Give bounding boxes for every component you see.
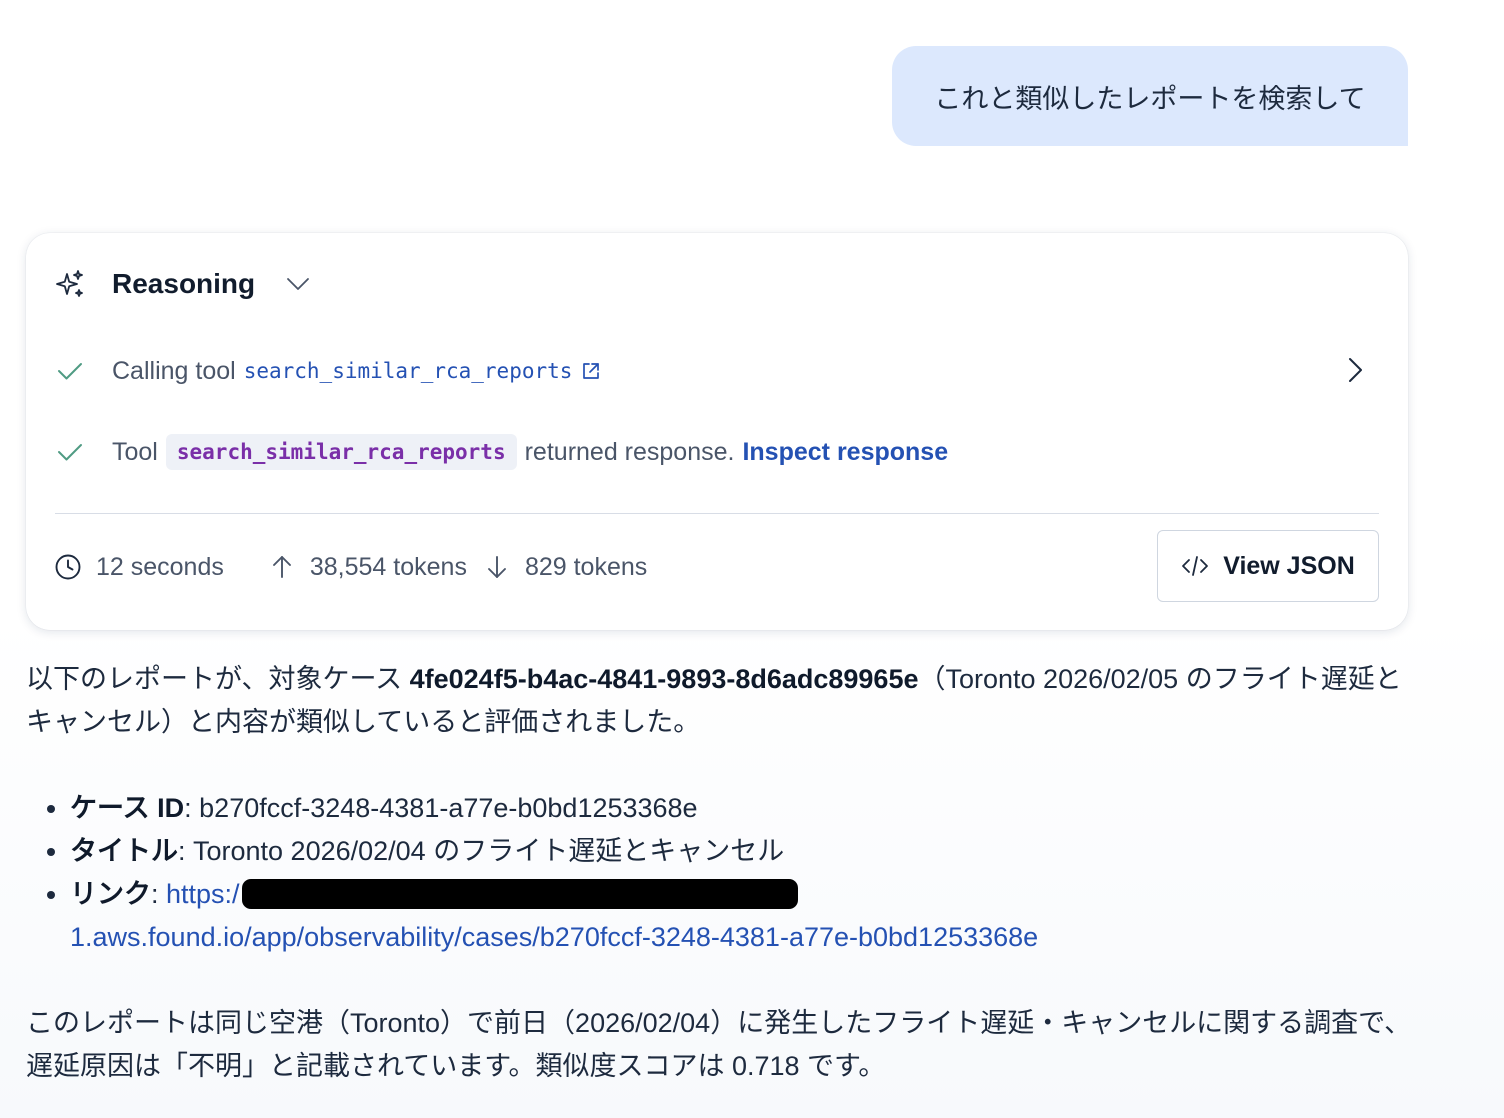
reasoning-stats: 12 seconds 38,554 tokens 829 tokens (54, 547, 647, 587)
duration-text: 12 seconds (96, 552, 224, 581)
list-item-link: リンク: https:/1.aws.found.io/app/observabi… (70, 873, 1416, 959)
case-reference: 4fe024f5-b4ac-4841-9893-8d6adc89965e (409, 664, 919, 694)
divider (55, 513, 1379, 514)
list-item-case-id: ケース ID: b270fccf-3248-4381-a77e-b0bd1253… (70, 787, 1416, 830)
step-suffix: returned response. (524, 437, 735, 466)
input-tokens-text: 38,554 tokens (309, 552, 467, 581)
item-value: : b270fccf-3248-4381-a77e-b0bd1253368e (184, 793, 698, 823)
reasoning-toggle[interactable]: Reasoning (54, 267, 311, 301)
item-label: リンク (70, 879, 151, 909)
arrow-up-icon (272, 556, 291, 578)
list-item-title: タイトル: Toronto 2026/02/04 のフライト遅延とキャンセル (70, 830, 1416, 873)
clock-icon (55, 554, 81, 580)
reasoning-title: Reasoning (112, 268, 256, 299)
chevron-down-icon[interactable] (285, 271, 311, 297)
view-json-button[interactable]: View JSON (1157, 530, 1379, 602)
check-icon (58, 444, 82, 461)
link-start[interactable]: https:/ (166, 879, 240, 909)
assistant-answer: 以下のレポートが、対象ケース 4fe024f5-b4ac-4841-9893-8… (26, 658, 1416, 1088)
item-value: : Toronto 2026/02/04 のフライト遅延とキャンセル (178, 836, 785, 866)
code-icon (1182, 556, 1209, 576)
step-prefix: Calling tool (112, 356, 236, 385)
item-label: タイトル (70, 836, 178, 866)
report-link[interactable]: https:/ 1.aws.found.io/app/observability/… (70, 879, 1038, 952)
user-message-bubble: これと類似したレポートを検索して (892, 46, 1408, 146)
reasoning-card: Reasoning Calling tool search_similar_rc… (26, 233, 1408, 630)
output-tokens-text: 829 tokens (524, 552, 648, 581)
tool-link[interactable]: search_similar_rca_reports (244, 359, 573, 383)
external-link-icon[interactable] (580, 360, 602, 382)
answer-conclusion: このレポートは同じ空港（Toronto）で前日（2026/02/04）に発生した… (26, 1008, 1412, 1081)
reasoning-step-calling-tool: Calling tool search_similar_rca_reports (56, 351, 602, 391)
reasoning-step-tool-response: Tool search_similar_rca_reports returned… (56, 431, 948, 473)
sparkles-icon (56, 270, 83, 297)
similar-report-details: ケース ID: b270fccf-3248-4381-a77e-b0bd1253… (26, 787, 1416, 959)
intro-text-1: 以下のレポートが、対象ケース (26, 664, 410, 694)
inspect-response-link[interactable]: Inspect response (742, 438, 948, 467)
answer-intro: 以下のレポートが、対象ケース 4fe024f5-b4ac-4841-9893-8… (26, 658, 1416, 744)
link-end[interactable]: 1.aws.found.io/app/observability/cases/b… (70, 922, 1038, 952)
step-prefix: Tool (112, 437, 158, 466)
chevron-right-icon[interactable] (1340, 355, 1370, 385)
tool-name-chip: search_similar_rca_reports (165, 434, 517, 470)
check-icon (58, 363, 82, 380)
user-message-text: これと類似したレポートを検索して (934, 83, 1366, 115)
redacted-block (241, 879, 798, 909)
view-json-label: View JSON (1223, 551, 1355, 580)
item-label: ケース ID (70, 793, 185, 823)
arrow-down-icon (488, 556, 506, 578)
